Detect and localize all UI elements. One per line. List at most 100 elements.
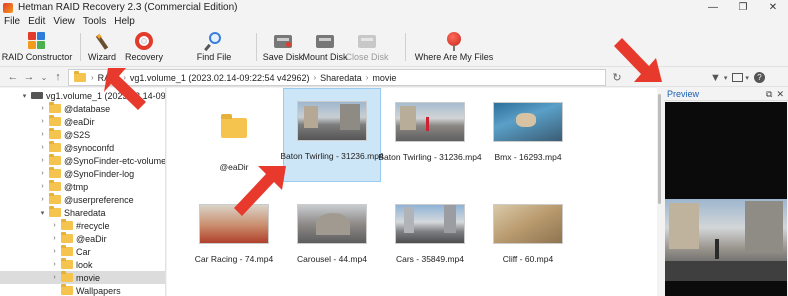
menu-edit[interactable]: Edit [24,16,49,27]
where-are-my-files-label: Where Are My Files [414,52,494,62]
folder-icon [49,167,61,178]
expand-icon[interactable]: › [38,183,47,190]
expand-icon[interactable]: › [38,144,47,151]
address-bar: ← → ⌄ ↑ › RAID › vg1.volume_1 (2023.02.1… [0,66,788,87]
raid-constructor-icon [27,31,47,51]
menu-file[interactable]: File [0,16,24,27]
file-item-selected[interactable]: Baton Twirling - 31236.mp4 [280,88,384,182]
up-arrow-icon[interactable]: ↑ [51,69,65,85]
tree-label: @synoconfd [64,142,115,153]
expand-icon[interactable]: › [38,196,47,203]
folder-icon [221,114,247,138]
file-grid: @eaDir Baton Twirling - 31236.mp4 Baton … [167,88,657,296]
expand-icon[interactable]: › [38,131,47,138]
undock-icon[interactable]: ⧉ [766,89,776,100]
tree-node[interactable]: › @SynoFinder-log [38,167,134,180]
minimize-button[interactable]: — [698,0,728,15]
tree-label: @eaDir [76,233,107,244]
file-item[interactable]: Carousel - 44.mp4 [283,192,381,284]
expand-icon[interactable]: › [50,248,59,255]
save-disk-icon [273,31,293,51]
find-file-button[interactable]: Find File [196,29,232,65]
tree-node[interactable]: › @eaDir [50,232,107,245]
menu-view[interactable]: View [49,16,79,27]
forward-arrow-icon[interactable]: → [22,69,36,85]
maximize-button[interactable]: ❐ [728,0,758,15]
video-thumbnail [395,102,465,142]
back-arrow-icon[interactable]: ← [6,69,20,85]
folder-icon [49,128,61,139]
file-name: Carousel - 44.mp4 [297,254,367,264]
history-chevron-icon[interactable]: ⌄ [37,69,51,85]
file-item-folder[interactable]: @eaDir [185,90,283,182]
scrollbar-thumb[interactable] [658,94,661,204]
tree-node[interactable]: › look [50,258,93,271]
folder-icon [61,232,73,243]
collapse-icon[interactable]: ▾ [38,209,47,217]
tree-node[interactable]: › @synoconfd [38,141,114,154]
breadcrumb-movie[interactable]: movie [370,73,398,83]
tree-node-sharedata[interactable]: ▾ Sharedata [38,206,106,219]
path-field[interactable]: › RAID › vg1.volume_1 (2023.02.14-09:22:… [68,69,606,86]
tree-node[interactable]: Wallpapers [50,284,121,296]
tree-node[interactable]: › @eaDir [38,115,95,128]
file-item[interactable]: Baton Twirling - 31236.mp4 [378,90,482,182]
tree-node[interactable]: › #recycle [50,219,110,232]
refresh-icon[interactable]: ↻ [610,69,624,85]
expand-icon[interactable]: › [50,274,59,281]
view-mode-dropdown-icon[interactable]: ▾ [745,74,749,82]
file-name: @eaDir [219,162,249,172]
file-item[interactable]: Cars - 35849.mp4 [381,192,479,284]
view-mode-icon[interactable] [732,73,744,82]
recovery-button[interactable]: Recovery [125,29,163,65]
help-icon[interactable]: ? [753,72,765,83]
close-preview-icon[interactable]: ✕ [776,89,788,100]
video-thumbnail [493,102,563,142]
close-window-button[interactable]: ✕ [758,0,788,15]
menu-tools[interactable]: Tools [79,16,110,27]
expand-icon[interactable]: › [50,235,59,242]
filter-icon[interactable]: ▼ [710,72,721,84]
expand-icon[interactable]: › [38,157,47,164]
expand-icon[interactable]: › [38,105,47,112]
folder-icon [49,141,61,152]
file-name: Cliff - 60.mp4 [502,254,554,264]
tree-node-volume[interactable]: ▾ vg1.volume_1 (2023.02.14-09:22:54 v [20,89,165,102]
raid-constructor-button[interactable]: RAID Constructor [2,29,72,65]
tree-node[interactable]: › @userpreference [38,193,134,206]
tree-label: look [76,259,93,270]
mount-disk-icon [315,31,335,51]
file-item[interactable]: Car Racing - 74.mp4 [185,192,283,284]
expand-icon[interactable]: › [50,261,59,268]
file-item[interactable]: Bmx - 16293.mp4 [479,90,577,182]
pin-icon [444,31,464,51]
expand-icon[interactable]: › [50,222,59,229]
file-name: Bmx - 16293.mp4 [494,152,562,162]
breadcrumb-separator: › [365,73,369,82]
menu-help[interactable]: Help [110,16,139,27]
breadcrumb-sharedata[interactable]: Sharedata [318,73,364,83]
tree-node[interactable]: › @database [38,102,110,115]
file-grid-scrollbar[interactable] [657,88,663,296]
where-are-my-files-button[interactable]: Where Are My Files [415,29,493,65]
folder-icon [61,271,73,282]
tree-node[interactable]: › @tmp [38,180,88,193]
tree-node[interactable]: › @SynoFinder-etc-volume [38,154,165,167]
wizard-button[interactable]: ✦ Wizard [86,29,118,65]
breadcrumb-raid[interactable]: RAID [96,73,122,83]
filter-dropdown-icon[interactable]: ▾ [724,74,728,82]
tree-node-selected[interactable]: › movie [0,271,165,284]
tree-label: #recycle [76,220,110,231]
file-item[interactable]: Cliff - 60.mp4 [479,192,577,284]
expand-icon[interactable]: › [38,170,47,177]
tree-node[interactable]: › Car [50,245,91,258]
breadcrumb-volume[interactable]: vg1.volume_1 (2023.02.14-09:22:54 v42962… [128,73,312,83]
tree-node[interactable]: › @S2S [38,128,90,141]
breadcrumb-separator: › [313,73,317,82]
save-disk-button[interactable]: Save Disk [263,29,303,65]
expand-icon[interactable]: › [38,118,47,125]
collapse-icon[interactable]: ▾ [20,92,29,100]
mount-disk-button[interactable]: Mount Disk [303,29,348,65]
close-disk-button: Close Disk [345,29,389,65]
close-disk-label: Close Disk [345,52,389,62]
